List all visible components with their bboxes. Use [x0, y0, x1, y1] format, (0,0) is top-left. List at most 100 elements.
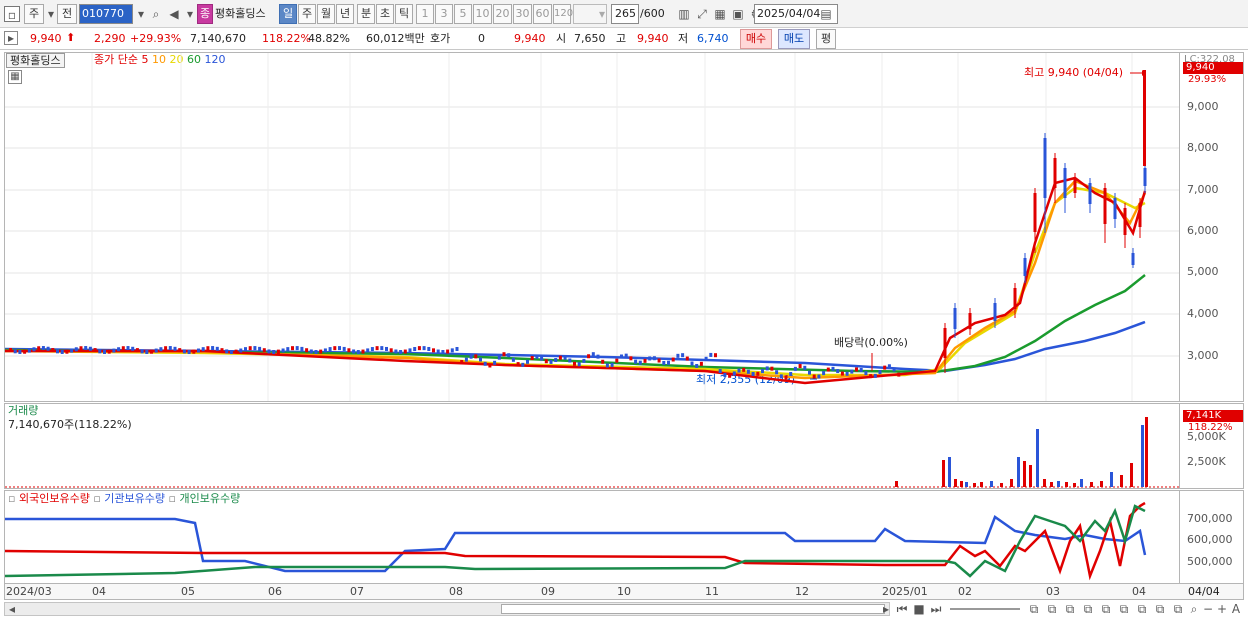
minute-3[interactable]: 3	[435, 4, 453, 24]
zoom-slider[interactable]	[950, 608, 1020, 610]
candle	[855, 367, 858, 372]
minute-5[interactable]: 5	[454, 4, 472, 24]
period-day[interactable]: 일	[279, 4, 297, 24]
candle	[1088, 183, 1092, 204]
period-year[interactable]: 년	[336, 4, 354, 24]
period-tick[interactable]: 틱	[395, 4, 413, 24]
minute-10[interactable]: 10	[473, 4, 492, 24]
volume-bar	[1036, 429, 1039, 487]
minute-20[interactable]: 20	[493, 4, 512, 24]
prev-button[interactable]: 전	[57, 4, 77, 24]
price-tick-label: 6,000	[1187, 224, 1219, 237]
count-total: /600	[640, 7, 665, 20]
volume-bar	[1023, 461, 1026, 487]
scrollbar-thumb[interactable]	[501, 604, 885, 614]
last-candle	[1143, 70, 1146, 166]
ma-5-line	[5, 176, 1147, 385]
chevron-down-icon[interactable]: ▾	[182, 6, 198, 22]
view-option-icon[interactable]: ⧉	[1062, 601, 1078, 617]
count-input[interactable]: 265	[611, 4, 639, 24]
stop-icon[interactable]: ■	[911, 601, 927, 617]
candle	[826, 367, 830, 372]
view-option-icon[interactable]: ⧉	[1080, 601, 1096, 617]
candle	[51, 348, 55, 353]
period-month[interactable]: 월	[317, 4, 335, 24]
candle	[464, 357, 468, 362]
period-week[interactable]: 주	[298, 4, 316, 24]
candle	[197, 348, 200, 353]
minute-30[interactable]: 30	[513, 4, 532, 24]
period-minute[interactable]: 분	[357, 4, 375, 24]
minute-120[interactable]: 120	[553, 4, 573, 24]
buy-button[interactable]: 매수	[740, 29, 772, 49]
save-icon[interactable]: ▣	[730, 6, 746, 22]
candle	[187, 349, 191, 354]
horizontal-scrollbar[interactable]	[4, 602, 890, 616]
x-tick-label: 2024/03	[6, 585, 52, 598]
speaker-icon[interactable]: ◀	[166, 6, 182, 22]
x-tick-label: 09	[541, 585, 555, 598]
scroll-left-icon[interactable]: ◂	[4, 601, 20, 617]
step-back-icon[interactable]: ⏮	[894, 601, 910, 617]
candle	[803, 365, 807, 370]
candle	[450, 348, 454, 353]
candle	[493, 360, 497, 365]
chart-menu-icon[interactable]: ▫	[4, 6, 20, 22]
minute-1[interactable]: 1	[416, 4, 434, 24]
candle	[366, 348, 370, 353]
price-tick-label: 8,000	[1187, 141, 1219, 154]
candle	[591, 352, 595, 357]
candle-icon[interactable]: ▥	[676, 6, 692, 22]
volume-bar	[1080, 479, 1083, 487]
collapse-icon[interactable]: ▸	[4, 31, 18, 45]
period-second[interactable]: 초	[376, 4, 394, 24]
candle	[878, 370, 882, 375]
candle	[319, 349, 323, 354]
search-icon[interactable]: ⌕	[148, 6, 164, 22]
candle	[488, 363, 492, 368]
candle	[88, 346, 92, 351]
sell-button[interactable]: 매도	[778, 29, 810, 49]
volume-bar	[1065, 482, 1068, 487]
play-icon[interactable]: ⏭	[928, 601, 944, 617]
avg-button[interactable]: 평	[816, 29, 836, 49]
view-option-icon[interactable]: ⧉	[1152, 601, 1168, 617]
candle	[258, 346, 262, 351]
market-select[interactable]: 주	[24, 4, 44, 24]
candle	[159, 347, 163, 352]
candle	[239, 348, 243, 353]
view-option-icon[interactable]: ⧉	[1134, 601, 1150, 617]
candle	[107, 349, 111, 354]
view-option-icon[interactable]: ⧉	[1026, 601, 1042, 617]
candle	[714, 353, 717, 358]
view-option-icon[interactable]: ⧉	[1170, 601, 1186, 617]
x-tick-label: 10	[617, 585, 631, 598]
calendar-icon[interactable]: ▤	[818, 6, 834, 22]
candle	[436, 349, 440, 354]
candle	[549, 359, 553, 364]
candle	[112, 348, 116, 353]
minute-60[interactable]: 60	[533, 4, 552, 24]
candle	[305, 348, 309, 353]
candle	[1123, 208, 1127, 235]
candle	[864, 371, 868, 376]
chevron-down-icon[interactable]: ▾	[594, 6, 610, 22]
view-option-icon[interactable]: ⧉	[1098, 601, 1114, 617]
volume-bar	[1145, 417, 1148, 487]
candle	[385, 346, 388, 351]
crosshair-icon[interactable]: ⤢	[694, 6, 710, 22]
candle	[13, 349, 17, 354]
candle	[850, 369, 854, 374]
view-option-icon[interactable]: ⧉	[1116, 601, 1132, 617]
scroll-right-icon[interactable]: ▸	[878, 601, 894, 617]
candle	[276, 349, 280, 354]
grid-icon[interactable]: ▦	[712, 6, 728, 22]
view-option-icon[interactable]: ⧉	[1044, 601, 1060, 617]
candle	[352, 349, 356, 354]
code-input[interactable]: 010770	[79, 4, 133, 24]
candle	[793, 366, 797, 371]
font-size-icon[interactable]: A	[1228, 601, 1244, 617]
hoga-value: 0	[478, 32, 485, 45]
chevron-down-icon[interactable]: ▾	[133, 6, 149, 22]
candle	[601, 359, 605, 364]
